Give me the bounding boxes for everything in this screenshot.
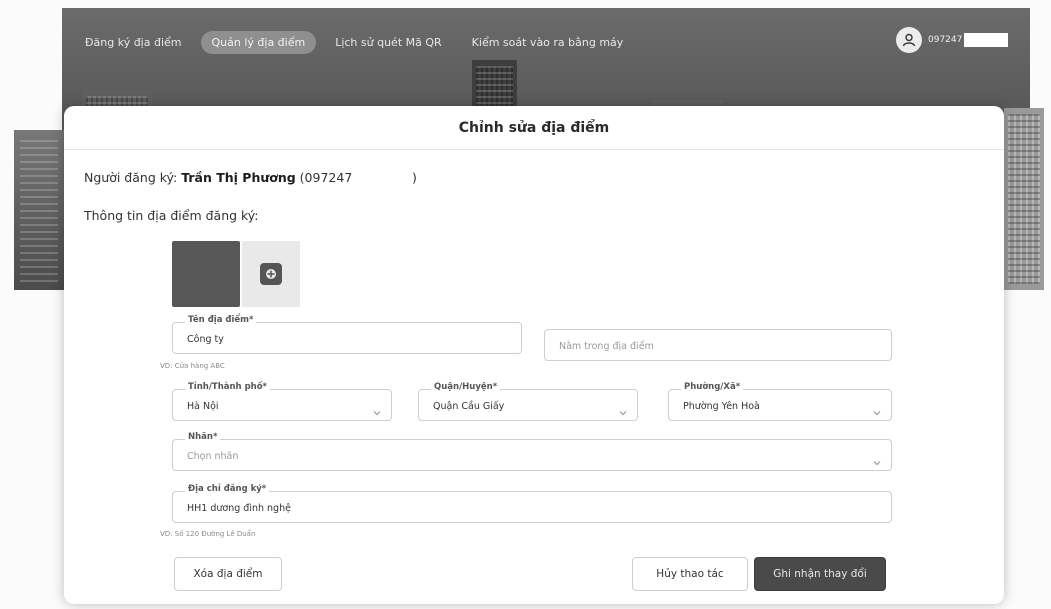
registrant-phone: (097247 (299, 170, 353, 185)
province-label: Tỉnh/Thành phố* (185, 382, 270, 392)
chevron-down-icon[interactable] (373, 401, 381, 420)
location-name-field[interactable]: Tên địa điểm* Công ty (172, 315, 522, 354)
user-phone: 097247 (928, 35, 963, 45)
modal-title: Chỉnh sửa địa điểm (458, 119, 610, 136)
tag-label: Nhãn* (185, 432, 221, 442)
chevron-down-icon[interactable] (873, 451, 881, 470)
district-label: Quận/Huyện* (431, 382, 501, 392)
location-photo[interactable] (172, 241, 240, 307)
nav-register-location[interactable]: Đăng ký địa điểm (74, 31, 193, 54)
top-nav: Đăng ký địa điểm Quản lý địa điểm Lịch s… (62, 22, 1030, 62)
delete-location-button[interactable]: Xóa địa điểm (174, 557, 282, 591)
chevron-down-icon[interactable] (873, 401, 881, 420)
modal-header: Chỉnh sửa địa điểm (64, 106, 1004, 150)
within-location-placeholder[interactable]: Nằm trong địa điểm (559, 341, 654, 352)
tag-select[interactable]: Nhãn* Chọn nhãn (172, 432, 892, 471)
nav-manage-locations[interactable]: Quản lý địa điểm (200, 30, 317, 54)
ward-select[interactable]: Phường/Xã* Phường Yên Hoà (668, 382, 892, 421)
ward-label: Phường/Xã* (681, 382, 744, 392)
ward-value[interactable]: Phường Yên Hoà (683, 401, 760, 412)
save-changes-button[interactable]: Ghi nhận thay đổi (754, 557, 886, 591)
registrant-phone-close: ) (412, 170, 417, 185)
address-label: Địa chỉ đăng ký* (185, 484, 270, 494)
nav-qr-scan-history[interactable]: Lịch sử quét Mã QR (324, 31, 452, 54)
location-name-hint: VD: Cửa hàng ABC (160, 362, 225, 370)
district-select[interactable]: Quận/Huyện* Quận Cầu Giấy (418, 382, 638, 421)
province-value[interactable]: Hà Nội (187, 401, 219, 412)
nav-machine-access-control[interactable]: Kiểm soát vào ra bằng máy (461, 31, 635, 54)
right-background-building (1004, 108, 1044, 290)
within-location-field[interactable]: Nằm trong địa điểm (544, 329, 892, 361)
district-value[interactable]: Quận Cầu Giấy (433, 401, 504, 412)
left-background-building (14, 130, 64, 290)
address-hint: VD: Số 120 Đường Lê Duẩn (160, 530, 256, 538)
registrant-name: Trần Thị Phương (181, 170, 296, 185)
user-icon[interactable] (896, 27, 922, 53)
section-title: Thông tin địa điểm đăng ký: (84, 208, 259, 223)
location-name-value[interactable]: Công ty (187, 334, 224, 345)
edit-location-modal: Chỉnh sửa địa điểm Người đăng ký: Trần T… (64, 106, 1004, 604)
chevron-down-icon[interactable] (619, 401, 627, 420)
address-field[interactable]: Địa chỉ đăng ký* HH1 dương đình nghệ (172, 484, 892, 523)
tag-placeholder[interactable]: Chọn nhãn (187, 451, 238, 462)
address-value[interactable]: HH1 dương đình nghệ (187, 503, 291, 514)
add-photo-icon[interactable] (260, 263, 282, 285)
province-select[interactable]: Tỉnh/Thành phố* Hà Nội (172, 382, 392, 421)
user-menu[interactable]: 097247 (896, 27, 1009, 53)
location-name-label: Tên địa điểm* (185, 315, 257, 325)
registrant-label: Người đăng ký: (84, 170, 178, 185)
cancel-button[interactable]: Hủy thao tác (632, 557, 748, 591)
registrant-info: Người đăng ký: Trần Thị Phương (097247 (84, 170, 352, 185)
add-photo-slot[interactable] (242, 241, 300, 307)
phone-redaction (964, 33, 1009, 47)
